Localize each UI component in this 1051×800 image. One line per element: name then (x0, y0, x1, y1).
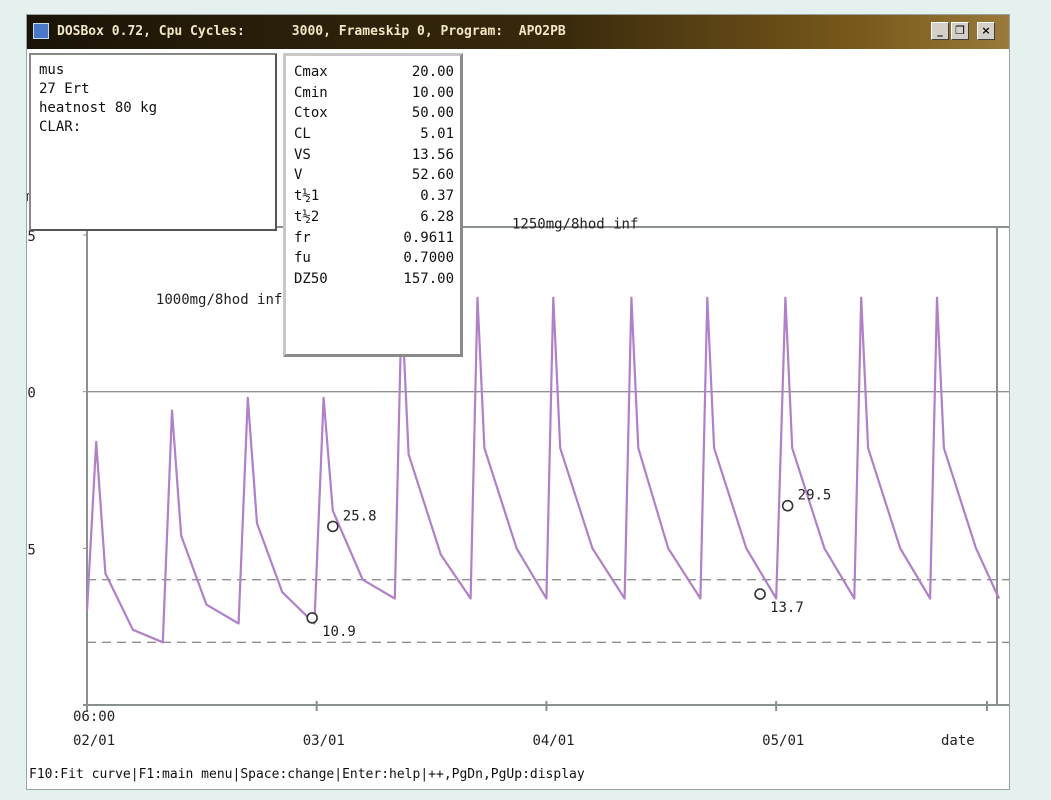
param-value: 0.9611 (403, 229, 454, 246)
dosbox-icon[interactable] (33, 23, 49, 39)
dose-regimen-label: 1000mg/8hod inf (156, 292, 282, 308)
y-tick-label: 25 (27, 542, 36, 558)
concentration-curve (85, 296, 1001, 644)
measured-point-label: 25.8 (343, 508, 377, 524)
measured-point (781, 499, 794, 512)
y-tick-label: 75 (27, 229, 36, 245)
param-label: Ctox (294, 105, 328, 122)
param-row-cmax: Cmax 20.00 (294, 62, 454, 83)
measured-point (327, 520, 339, 533)
param-row-cmin: Cmin 10.00 (294, 83, 454, 104)
x-tick-label: 05/01 (762, 733, 804, 749)
param-row-thalf1: t½1 0.37 (294, 186, 454, 207)
param-label: t½1 (294, 188, 320, 205)
param-value: 13.56 (411, 146, 454, 163)
param-value: 50.00 (411, 105, 454, 122)
param-row-ctox: Ctox 50.00 (294, 103, 454, 124)
param-label: fu (294, 250, 311, 267)
close-button[interactable]: × (977, 22, 995, 40)
param-row-thalf2: t½2 6.28 (294, 207, 454, 228)
minimize-button[interactable]: _ (931, 22, 949, 40)
measured-point-label: 13.7 (770, 600, 804, 616)
x-tick-label: 03/01 (303, 733, 345, 749)
param-label: Cmax (294, 64, 328, 80)
param-label: DZ50 (294, 270, 328, 287)
patient-info-panel: mus 27 Ert heatnost 80 kg CLAR: (29, 53, 277, 231)
param-value: 52.60 (411, 167, 454, 184)
x-start-time-label: 06:00 (73, 709, 115, 725)
window-title: DOSBox 0.72, Cpu Cycles: 3000, Frameskip… (57, 24, 566, 39)
info-line: mus (39, 62, 65, 78)
dosbox-window: 7550250mg/l06:0002/0103/0104/0105/01date… (26, 14, 1010, 790)
measured-point-label: 10.9 (322, 624, 356, 640)
param-value: 0.7000 (403, 250, 454, 267)
param-label: t½2 (294, 208, 320, 225)
y-tick-label: 50 (27, 386, 36, 402)
param-label: VS (294, 146, 311, 163)
pk-parameters-panel: Cmax 20.00 Cmin 10.00 Ctox 50.00 CL 5.01 VS 1… (283, 53, 463, 357)
param-value: 0.37 (420, 188, 454, 205)
param-row-vs: VS 13.56 (294, 145, 454, 166)
param-label: fr (294, 229, 311, 246)
measured-point (306, 612, 318, 624)
x-axis-label: date (941, 733, 975, 749)
x-tick-label: 04/01 (532, 733, 574, 749)
info-line: heatnost 80 kg (39, 100, 158, 116)
param-value: 20.00 (411, 64, 454, 80)
window-titlebar[interactable]: DOSBox 0.72, Cpu Cycles: 3000, Frameskip… (27, 15, 1009, 49)
param-label: V (294, 167, 303, 184)
info-line: CLAR: (39, 119, 82, 135)
dose-regimen-label: 1250mg/8hod inf (512, 217, 638, 233)
restore-button[interactable]: ❐ (951, 22, 969, 40)
param-row-fr: fr 0.9611 (294, 228, 454, 249)
param-value: 5.01 (420, 126, 454, 143)
param-value: 6.28 (420, 208, 454, 225)
param-row-fu: fu 0.7000 (294, 248, 454, 269)
x-tick-label: 02/01 (73, 733, 115, 749)
param-label: CL (294, 126, 311, 143)
param-row-dz50: DZ50 157.00 (294, 269, 454, 290)
param-value: 157.00 (403, 270, 454, 287)
param-row-v: V 52.60 (294, 165, 454, 186)
measured-point (754, 588, 766, 600)
param-label: Cmin (294, 84, 328, 101)
param-value: 10.00 (411, 84, 454, 101)
param-row-cl: CL 5.01 (294, 124, 454, 145)
key-help-statusbar: F10:Fit curve|F1:main menu|Space:change|… (27, 763, 1009, 789)
info-line: 27 Ert (39, 81, 90, 97)
measured-point-label: 29.5 (798, 488, 832, 504)
